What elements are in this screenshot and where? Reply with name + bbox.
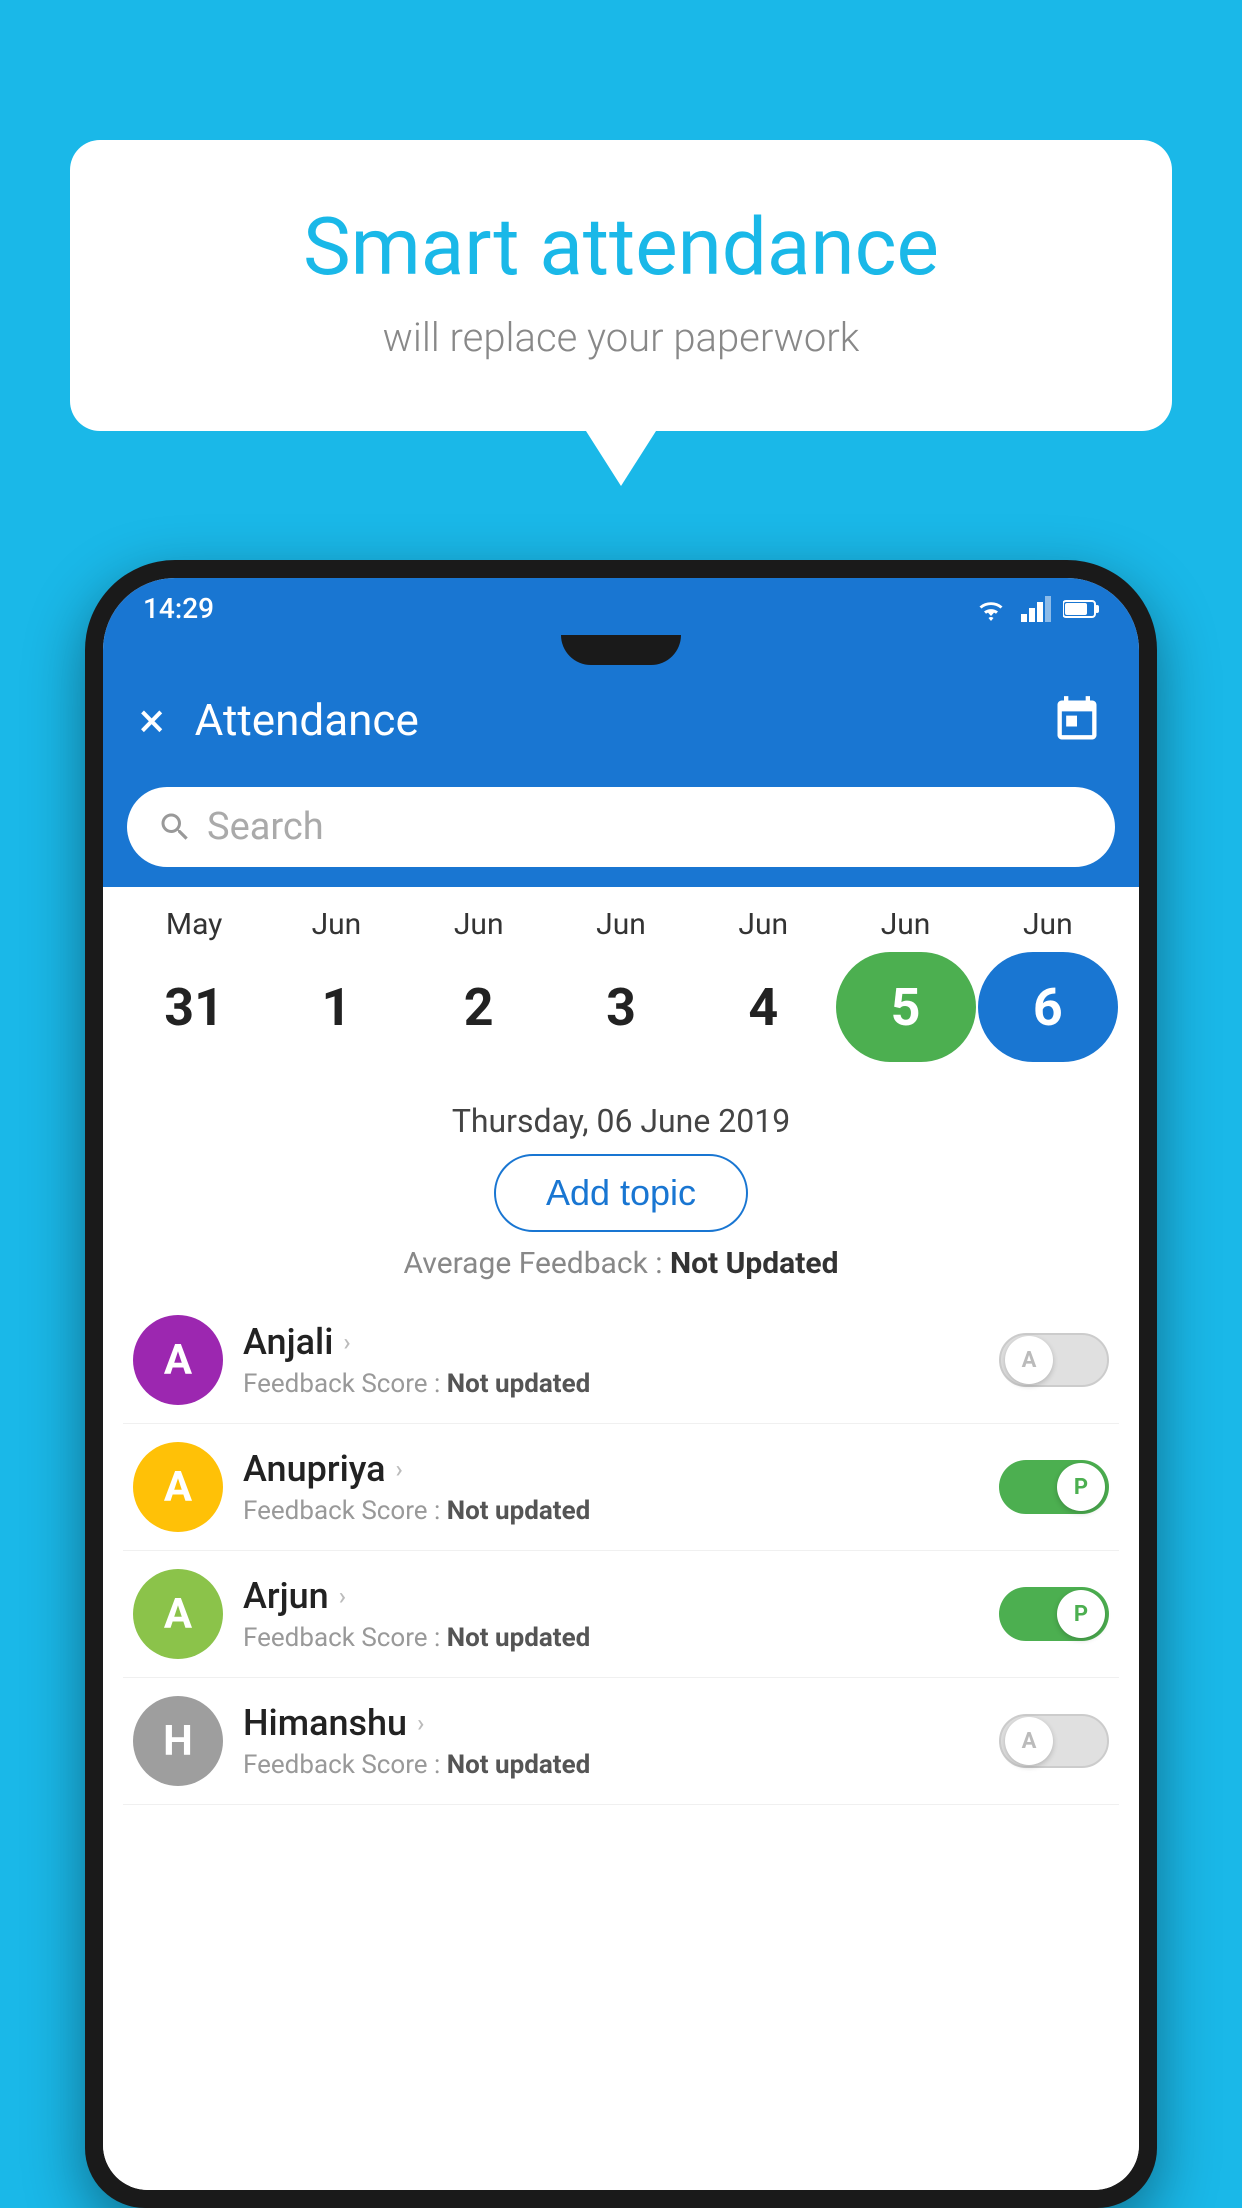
avatar-himanshu: H	[133, 1696, 223, 1786]
student-feedback-arjun: Feedback Score : Not updated	[243, 1623, 979, 1653]
student-info-anjali[interactable]: Anjali › Feedback Score : Not updated	[243, 1321, 979, 1399]
status-time: 14:29	[143, 592, 214, 625]
search-icon	[157, 809, 193, 845]
calendar-day-3[interactable]: 3	[551, 952, 691, 1062]
speech-bubble-arrow	[586, 431, 656, 486]
average-feedback: Average Feedback : Not Updated	[103, 1246, 1139, 1281]
battery-icon	[1063, 599, 1099, 619]
search-bar-wrapper: Search	[103, 775, 1139, 887]
student-info-arjun[interactable]: Arjun › Feedback Score : Not updated	[243, 1575, 979, 1653]
selected-date-display: Thursday, 06 June 2019	[103, 1102, 1139, 1140]
attendance-toggle-arjun[interactable]: P	[999, 1587, 1109, 1641]
chevron-right-icon: ›	[396, 1455, 403, 1483]
toggle-knob-anjali: A	[1005, 1336, 1053, 1384]
month-1: Jun	[266, 907, 406, 942]
student-feedback-anupriya: Feedback Score : Not updated	[243, 1496, 979, 1526]
attendance-toggle-himanshu[interactable]: A	[999, 1714, 1109, 1768]
student-name-anupriya: Anupriya ›	[243, 1448, 979, 1490]
avg-feedback-value: Not Updated	[670, 1246, 839, 1281]
phone-screen: 14:29	[103, 578, 1139, 2190]
wifi-icon	[973, 596, 1009, 622]
calendar-day-31[interactable]: 31	[124, 952, 264, 1062]
student-feedback-anjali: Feedback Score : Not updated	[243, 1369, 979, 1399]
toggle-knob-anupriya: P	[1057, 1463, 1105, 1511]
speech-bubble-section: Smart attendance will replace your paper…	[70, 140, 1172, 486]
add-topic-button[interactable]: Add topic	[494, 1154, 748, 1232]
notch	[561, 635, 681, 665]
student-name-himanshu: Himanshu ›	[243, 1702, 979, 1744]
chevron-right-icon: ›	[417, 1709, 424, 1737]
toggle-absent-himanshu[interactable]: A	[999, 1714, 1109, 1768]
chevron-right-icon: ›	[343, 1328, 350, 1356]
attendance-toggle-anupriya[interactable]: P	[999, 1460, 1109, 1514]
calendar-day-1[interactable]: 1	[266, 952, 406, 1062]
speech-bubble: Smart attendance will replace your paper…	[70, 140, 1172, 431]
search-bar[interactable]: Search	[127, 787, 1115, 867]
notch-area	[103, 635, 1139, 665]
month-0: May	[124, 907, 264, 942]
app-bar: × Attendance	[103, 665, 1139, 775]
table-row: A Arjun › Feedback Score : Not updated P	[123, 1551, 1119, 1678]
table-row: H Himanshu › Feedback Score : Not update…	[123, 1678, 1119, 1805]
app-bar-title: Attendance	[195, 694, 1051, 746]
month-6: Jun	[978, 907, 1118, 942]
attendance-toggle-anjali[interactable]: A	[999, 1333, 1109, 1387]
speech-bubble-title: Smart attendance	[150, 200, 1092, 294]
student-list: A Anjali › Feedback Score : Not updated …	[103, 1297, 1139, 1805]
calendar-day-6[interactable]: 6	[978, 952, 1118, 1062]
calendar-day-5[interactable]: 5	[836, 952, 976, 1062]
avatar-arjun: A	[133, 1569, 223, 1659]
student-name-arjun: Arjun ›	[243, 1575, 979, 1617]
avatar-anupriya: A	[133, 1442, 223, 1532]
month-3: Jun	[551, 907, 691, 942]
calendar-strip: May Jun Jun Jun Jun Jun Jun 31 1 2 3 4 5…	[103, 887, 1139, 1092]
toggle-knob-arjun: P	[1057, 1590, 1105, 1638]
search-placeholder: Search	[207, 805, 324, 849]
calendar-day-4[interactable]: 4	[693, 952, 833, 1062]
main-content: May Jun Jun Jun Jun Jun Jun 31 1 2 3 4 5…	[103, 887, 1139, 2190]
chevron-right-icon: ›	[339, 1582, 346, 1610]
toggle-present-anupriya[interactable]: P	[999, 1460, 1109, 1514]
month-5: Jun	[836, 907, 976, 942]
status-icons	[973, 596, 1099, 622]
student-info-himanshu[interactable]: Himanshu › Feedback Score : Not updated	[243, 1702, 979, 1780]
table-row: A Anupriya › Feedback Score : Not update…	[123, 1424, 1119, 1551]
avatar-anjali: A	[133, 1315, 223, 1405]
student-name-anjali: Anjali ›	[243, 1321, 979, 1363]
table-row: A Anjali › Feedback Score : Not updated …	[123, 1297, 1119, 1424]
toggle-present-arjun[interactable]: P	[999, 1587, 1109, 1641]
status-bar: 14:29	[103, 578, 1139, 635]
speech-bubble-subtitle: will replace your paperwork	[150, 314, 1092, 361]
phone-frame: 14:29	[85, 560, 1157, 2208]
avg-feedback-label: Average Feedback :	[404, 1246, 670, 1281]
student-info-anupriya[interactable]: Anupriya › Feedback Score : Not updated	[243, 1448, 979, 1526]
calendar-months-row: May Jun Jun Jun Jun Jun Jun	[113, 907, 1129, 942]
toggle-knob-himanshu: A	[1005, 1717, 1053, 1765]
month-2: Jun	[409, 907, 549, 942]
month-4: Jun	[693, 907, 833, 942]
signal-icon	[1021, 596, 1051, 622]
close-button[interactable]: ×	[139, 692, 165, 749]
calendar-days-row: 31 1 2 3 4 5 6	[113, 942, 1129, 1082]
student-feedback-himanshu: Feedback Score : Not updated	[243, 1750, 979, 1780]
calendar-day-2[interactable]: 2	[409, 952, 549, 1062]
toggle-absent-anjali[interactable]: A	[999, 1333, 1109, 1387]
calendar-icon[interactable]	[1051, 694, 1103, 746]
